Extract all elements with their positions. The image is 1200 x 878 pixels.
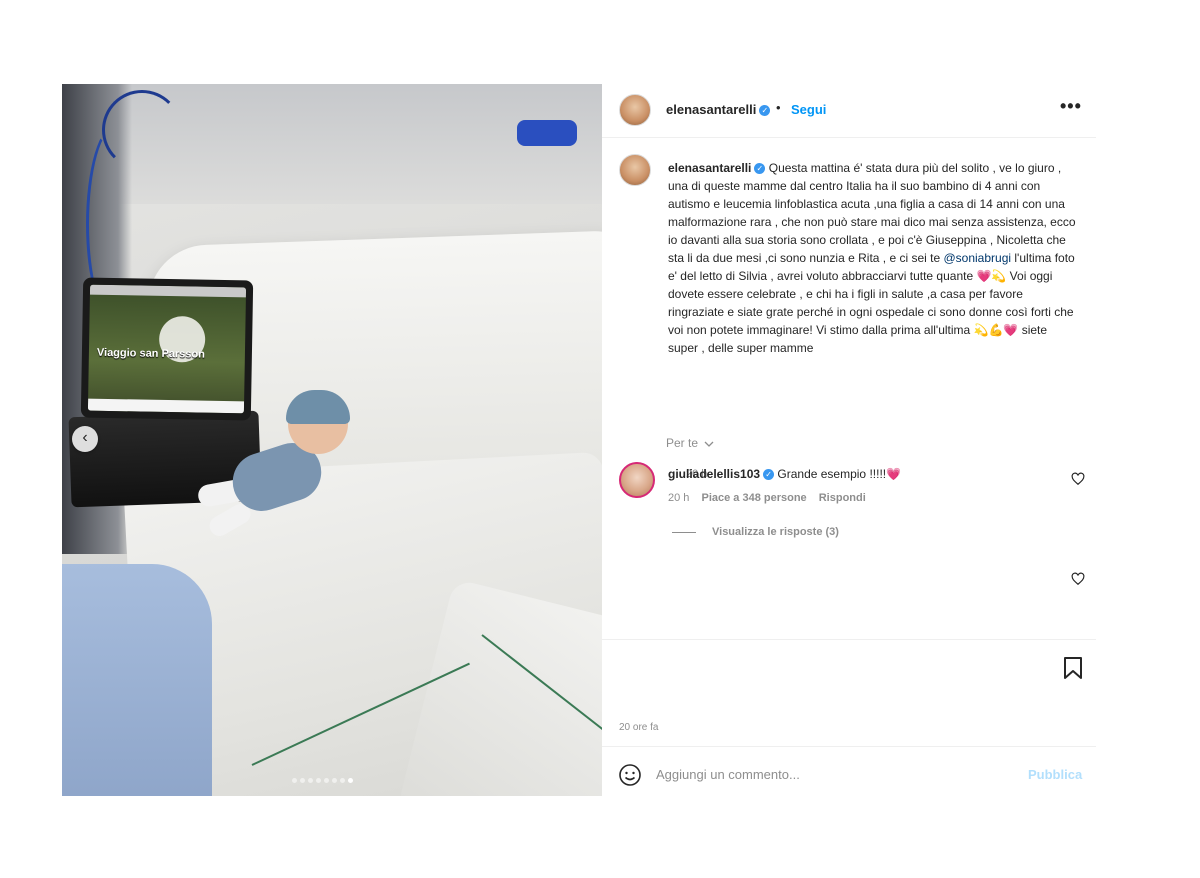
carousel-dot [324, 778, 329, 783]
add-comment-bar: Pubblica [602, 746, 1096, 796]
author-avatar[interactable] [619, 94, 651, 126]
caption-body: Questa mattina é' stata dura più del sol… [668, 161, 1076, 265]
caption-author-avatar[interactable] [619, 154, 651, 186]
replies-line [672, 531, 696, 533]
blue-blanket [62, 564, 212, 796]
bed-rail-clip [517, 120, 577, 146]
caption-mention-link[interactable]: @soniabrugi [943, 251, 1011, 265]
view-replies-button[interactable]: Visualizza le risposte (3) [672, 526, 839, 538]
like-comment-heart-icon[interactable] [1071, 472, 1085, 486]
verified-badge-icon: ✓ [759, 105, 771, 116]
per-te-label: Per te [666, 436, 699, 450]
chevron-down-icon [704, 441, 714, 447]
verified-badge-icon: ✓ [763, 469, 775, 480]
commenter-avatar[interactable] [619, 462, 655, 498]
comment-text: giuliadelellis103 ✓ Grande esempio !!!!!💗 [668, 467, 901, 481]
caption-body-continued: l'ultima foto e' del letto di Silvia , a… [668, 251, 1075, 355]
comment-meta: 20 h Piace a 348 persone Rispondi [668, 492, 875, 504]
carousel-dot [316, 778, 321, 783]
post-actions-bar [602, 639, 1096, 689]
carousel-dot [348, 778, 353, 783]
carousel-dot [340, 778, 345, 783]
bookmark-icon[interactable] [1062, 656, 1084, 680]
post-side-panel: elenasantarelli ✓ • Segui ••• elenasantar… [602, 84, 1096, 796]
carousel-dot [292, 778, 297, 783]
commenter-username[interactable]: giuliadelellis103 [668, 467, 760, 481]
baby-doll [192, 390, 352, 544]
post-photo[interactable]: Viaggio san Parsson ‹ [62, 84, 602, 796]
comment-time[interactable]: 20 h [668, 492, 689, 504]
verified-badge-icon: ✓ [754, 163, 766, 174]
caption-text: elenasantarelli ✓ Questa mattina é' stata… [668, 159, 1078, 357]
author-username[interactable]: elenasantarelli ✓ [666, 102, 771, 117]
carousel-dot [332, 778, 337, 783]
caption-username[interactable]: elenasantarelli [668, 161, 751, 175]
carousel-prev-button[interactable]: ‹ [72, 426, 98, 452]
author-username-text[interactable]: elenasantarelli [666, 102, 756, 117]
comment-item: giuliadelellis103 ✓ Grande esempio !!!!!💗… [619, 462, 1089, 522]
publish-button[interactable]: Pubblica [1028, 767, 1082, 782]
tablet-caption: Viaggio san Parsson [96, 346, 206, 361]
reply-button[interactable]: Rispondi [819, 492, 866, 504]
view-replies-label: Visualizza le risposte (3) [712, 526, 839, 538]
header-separator: • [776, 100, 781, 115]
comment-likes[interactable]: Piace a 348 persone [701, 492, 806, 504]
carousel-dot [308, 778, 313, 783]
follow-button[interactable]: Segui [791, 102, 826, 117]
carousel-dot [300, 778, 305, 783]
comment-body: Grande esempio !!!!!💗 [777, 467, 902, 481]
emoji-icon[interactable] [618, 763, 642, 787]
carousel-dots [292, 778, 353, 783]
per-te-selector[interactable]: Per te [666, 436, 714, 450]
post-header: elenasantarelli ✓ • Segui ••• [602, 84, 1096, 138]
like-heart-icon[interactable] [1071, 572, 1085, 586]
post-time-ago[interactable]: 20 ore fa [619, 722, 658, 733]
comment-input[interactable] [656, 761, 1016, 787]
tablet-status-bar [89, 284, 247, 298]
doll-hat [286, 390, 350, 424]
more-options-icon[interactable]: ••• [1060, 96, 1082, 117]
